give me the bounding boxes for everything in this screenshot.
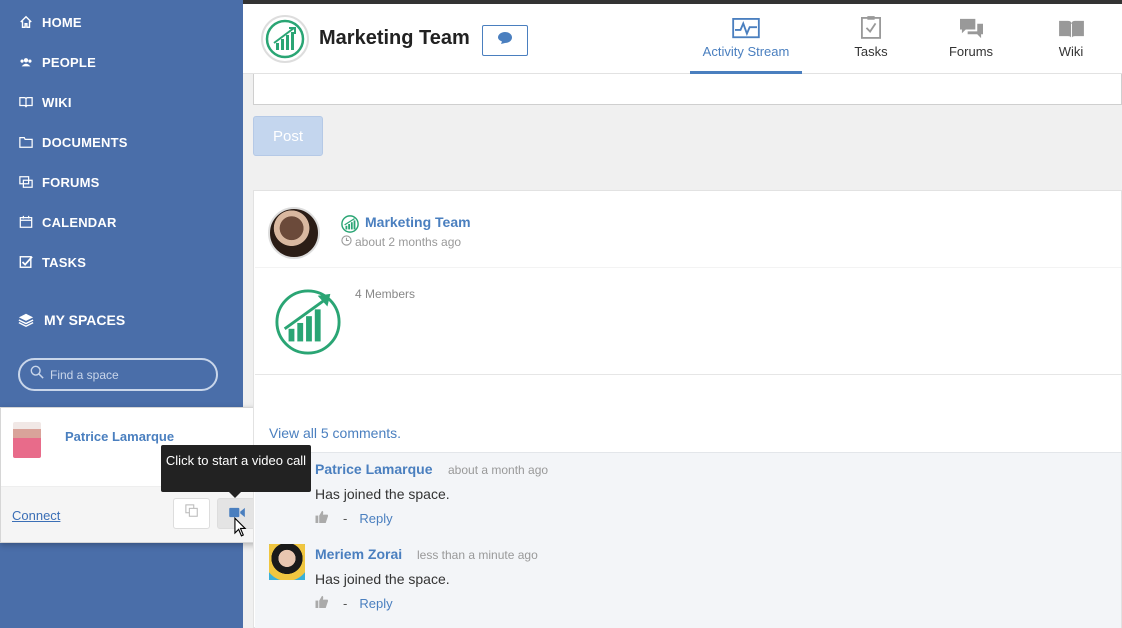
tab-label: Activity Stream — [702, 44, 790, 59]
sidebar-item-label: WIKI — [42, 94, 72, 110]
tab-forums[interactable]: Forums — [938, 12, 1004, 74]
activity-card: Marketing Team about 2 months ago 4 Memb… — [253, 190, 1122, 628]
tab-tasks[interactable]: Tasks — [840, 12, 902, 74]
chat-icon — [184, 504, 199, 523]
sidebar-item-label: CALENDAR — [42, 214, 117, 230]
post-button[interactable]: Post — [253, 116, 323, 156]
layers-icon — [18, 312, 36, 328]
comment-actions: - Reply — [315, 510, 393, 526]
comment-text: Has joined the space. — [315, 486, 450, 502]
wiki-book-icon — [1058, 12, 1085, 40]
reply-link[interactable]: Reply — [359, 596, 392, 611]
folder-icon — [18, 134, 34, 150]
connect-link[interactable]: Connect — [12, 508, 60, 523]
tasks-icon — [18, 254, 34, 270]
chat-bubble-icon — [497, 31, 513, 50]
tab-activity-stream[interactable]: Activity Stream — [690, 12, 802, 74]
home-icon — [18, 14, 34, 30]
thumbs-up-icon[interactable] — [315, 595, 329, 611]
find-space-input[interactable] — [50, 367, 210, 382]
video-call-tooltip: Click to start a video call — [161, 445, 311, 498]
space-summary-box: 4 Members — [255, 267, 1121, 375]
separator: - — [343, 510, 348, 526]
activity-time: about 2 months ago — [341, 235, 461, 249]
tasks-clipboard-icon — [861, 12, 881, 40]
sidebar-item-home[interactable]: HOME — [18, 12, 82, 32]
space-header: Marketing Team Activity Stream Tasks For… — [243, 4, 1122, 74]
separator: - — [343, 595, 348, 611]
comment-time: less than a minute ago — [417, 548, 538, 562]
comment-time: about a month ago — [448, 463, 549, 477]
avatar[interactable] — [13, 422, 41, 458]
page-title: Marketing Team — [319, 27, 470, 49]
sidebar-item-people[interactable]: PEOPLE — [18, 52, 96, 72]
calendar-icon — [18, 214, 34, 230]
forums-icon — [18, 174, 34, 190]
sidebar-item-label: FORUMS — [42, 174, 100, 190]
space-chat-button[interactable] — [482, 25, 528, 56]
wiki-icon — [18, 94, 34, 110]
sidebar-item-calendar[interactable]: CALENDAR — [18, 212, 117, 232]
chat-button[interactable] — [173, 498, 210, 529]
sidebar-item-documents[interactable]: DOCUMENTS — [18, 132, 128, 152]
sidebar-item-wiki[interactable]: WIKI — [18, 92, 72, 112]
space-logo[interactable] — [261, 15, 309, 63]
sidebar-item-label: PEOPLE — [42, 54, 96, 70]
comment-text: Has joined the space. — [315, 571, 450, 587]
popover-footer: Connect — [1, 486, 260, 542]
people-icon — [18, 54, 34, 70]
list-item: Meriem Zorai less than a minute ago Has … — [255, 538, 1121, 623]
tab-wiki[interactable]: Wiki — [1048, 12, 1094, 74]
list-item: Patrice Lamarque about a month ago Has j… — [255, 453, 1121, 538]
sidebar-item-tasks[interactable]: TASKS — [18, 252, 86, 272]
avatar[interactable] — [268, 207, 320, 259]
tab-label: Tasks — [854, 44, 888, 59]
comment-author[interactable]: Patrice Lamarque — [315, 461, 433, 477]
activity-time-text: about 2 months ago — [355, 235, 462, 249]
reply-link[interactable]: Reply — [359, 511, 392, 526]
my-spaces-label: MY SPACES — [44, 312, 126, 328]
comments-list: Patrice Lamarque about a month ago Has j… — [255, 452, 1121, 628]
view-all-comments-link[interactable]: View all 5 comments. — [269, 425, 401, 441]
thumbs-up-icon[interactable] — [315, 510, 329, 526]
avatar[interactable] — [269, 544, 305, 580]
members-count: 4 Members — [355, 287, 416, 301]
tab-label: Forums — [948, 44, 994, 59]
my-spaces-heading: MY SPACES — [18, 312, 125, 328]
find-space-field[interactable] — [18, 358, 218, 391]
activity-icon — [732, 12, 760, 40]
search-icon — [30, 365, 44, 384]
activity-composer-input[interactable] — [253, 74, 1122, 105]
mouse-cursor-icon — [234, 516, 247, 543]
sidebar-item-label: DOCUMENTS — [42, 134, 128, 150]
activity-space-name[interactable]: Marketing Team — [365, 214, 471, 230]
sidebar-item-label: TASKS — [42, 254, 87, 270]
comment-actions: - Reply — [315, 595, 393, 611]
sidebar-item-forums[interactable]: FORUMS — [18, 172, 100, 192]
space-logo-large[interactable] — [274, 288, 342, 361]
tab-label: Wiki — [1058, 44, 1084, 59]
popover-user-name[interactable]: Patrice Lamarque — [65, 429, 174, 444]
forums-bubbles-icon — [958, 12, 985, 40]
comment-author[interactable]: Meriem Zorai — [315, 546, 402, 562]
clock-icon — [341, 235, 355, 249]
sidebar-item-label: HOME — [42, 14, 82, 30]
